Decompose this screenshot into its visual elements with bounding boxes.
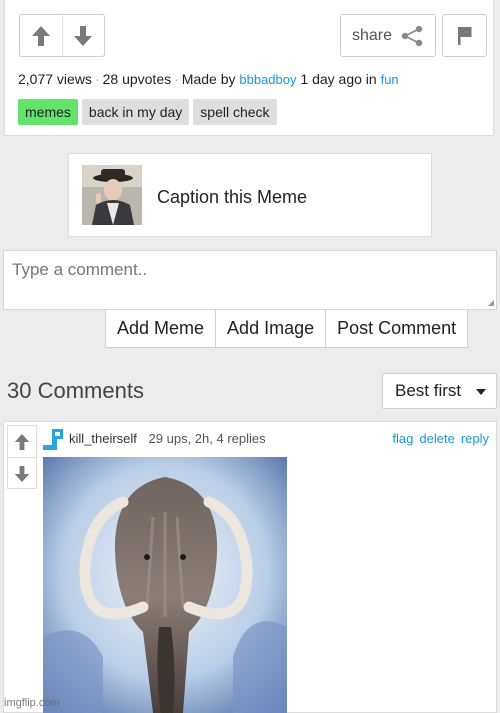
comment-actions: Add Meme Add Image Post Comment [105,310,469,348]
watermark: imgflip.com [4,697,60,709]
comment-item: kill_theirself 29 ups, 2h, 4 replies fla… [3,421,497,713]
share-icon [401,25,423,46]
post-card: share 2,077 views · 28 upvotes · Made by bbb… [4,0,494,136]
sort-dropdown[interactable]: Best first [382,373,497,409]
share-button[interactable]: share [340,14,436,57]
caption-this-meme-button[interactable]: Caption this Meme [68,153,432,237]
arrow-down-icon [74,25,93,46]
share-label: share [351,26,393,44]
meme-template-thumbnail [82,165,142,225]
resize-grip-icon[interactable]: ◢ [488,298,494,307]
comment-header: kill_theirself 29 ups, 2h, 4 replies [69,431,266,446]
post-time: 1 day ago in [300,71,377,87]
comment-links: flag delete reply [392,431,489,446]
author-link[interactable]: bbbadboy [239,72,296,87]
post-comment-button[interactable]: Post Comment [325,310,467,347]
upvotes-count: 28 upvotes [102,71,172,87]
delete-link[interactable]: delete [419,431,454,446]
made-by-label: Made by [181,71,236,87]
views-count: 2,077 views [18,71,92,87]
avatar[interactable] [41,427,65,451]
upvote-button[interactable] [20,15,62,56]
post-vote-group [19,14,105,57]
post-meta: 2,077 views · 28 upvotes · Made by bbbadboy … [18,71,399,87]
comments-count: 30 Comments [7,378,144,403]
comment-stats: 29 ups, 2h, 4 replies [148,431,266,446]
comment-username[interactable]: kill_theirself [69,431,137,446]
comment-downvote-button[interactable] [8,457,36,489]
chevron-down-icon [476,389,486,395]
comment-upvote-button[interactable] [8,426,36,457]
tag-list: memes back in my day spell check [18,99,277,125]
flag-button[interactable] [442,14,487,57]
arrow-up-icon [14,433,30,450]
arrow-down-icon [14,465,30,482]
reply-link[interactable]: reply [461,431,489,446]
sort-label: Best first [395,381,462,400]
comment-vote-group [7,425,37,489]
flag-link[interactable]: flag [392,431,413,446]
arrow-up-icon [31,25,50,46]
add-image-button[interactable]: Add Image [215,310,325,347]
downvote-button[interactable] [61,15,105,56]
tag-spell-check[interactable]: spell check [193,99,277,125]
tag-back-in-my-day[interactable]: back in my day [81,99,190,125]
stream-link[interactable]: fun [381,72,399,87]
mammoth-image[interactable] [43,457,287,713]
tag-memes[interactable]: memes [18,99,78,125]
comment-textarea[interactable]: Type a comment.. ◢ [3,250,497,310]
flag-icon [457,26,471,45]
add-meme-button[interactable]: Add Meme [106,310,215,347]
comment-placeholder: Type a comment.. [12,260,148,279]
caption-this-meme-label: Caption this Meme [157,187,308,207]
